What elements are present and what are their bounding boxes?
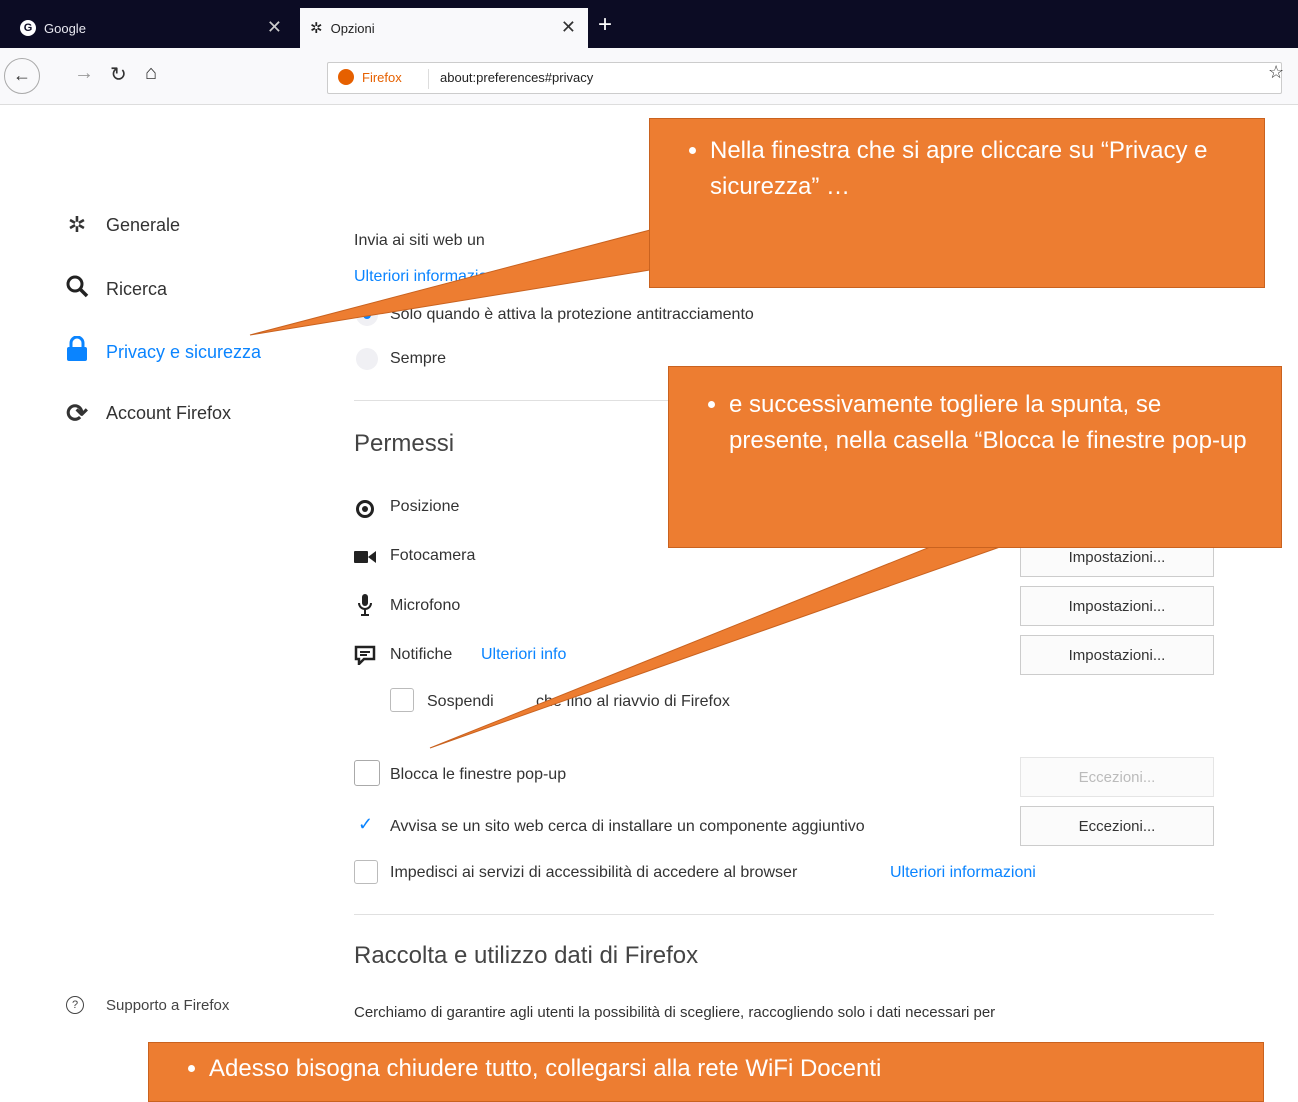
- callout-text: e successivamente togliere la spunta, se…: [729, 387, 1251, 459]
- callout-text: Adesso bisogna chiudere tutto, collegars…: [209, 1051, 1263, 1087]
- callout-popup: e successivamente togliere la spunta, se…: [668, 366, 1282, 548]
- callout-wifi: Adesso bisogna chiudere tutto, collegars…: [148, 1042, 1264, 1102]
- callout-text: Nella finestra che si apre cliccare su “…: [710, 133, 1264, 205]
- callout-privacy: Nella finestra che si apre cliccare su “…: [649, 118, 1265, 288]
